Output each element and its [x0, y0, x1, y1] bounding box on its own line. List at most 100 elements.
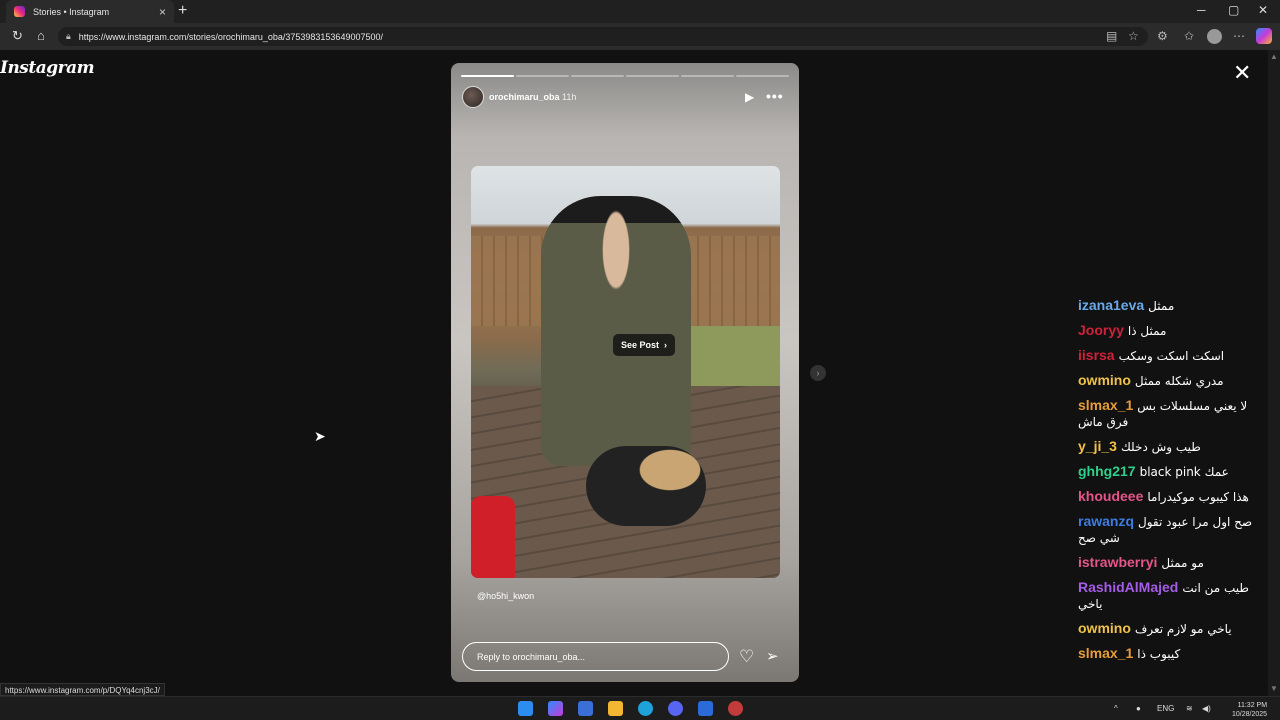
- windows-start-icon[interactable]: [518, 701, 533, 716]
- tab-title: Stories • Instagram: [33, 6, 110, 17]
- chat-text: كيبوب ذا: [1137, 647, 1181, 661]
- progress-segment: [736, 75, 789, 77]
- chat-text: هذا كيبوب موكيدراما: [1147, 490, 1249, 504]
- see-post-label: See Post: [620, 340, 660, 350]
- progress-segment: [681, 75, 734, 77]
- mention-sticker[interactable]: @ho5hi_kwon: [477, 591, 534, 601]
- chat-username: izana1eva: [1078, 297, 1145, 313]
- chat-username: RashidAlMajed: [1078, 579, 1179, 595]
- favorites-icon[interactable]: ✩: [1184, 29, 1194, 43]
- chat-username: ghhg217: [1078, 463, 1136, 479]
- file-explorer-icon[interactable]: [608, 701, 623, 716]
- profile-avatar-icon[interactable]: [1207, 29, 1222, 44]
- chat-username: iisrsa: [1078, 347, 1115, 363]
- like-heart-icon[interactable]: ♡: [739, 647, 754, 667]
- home-icon[interactable]: ⌂: [37, 28, 45, 43]
- page-scrollbar[interactable]: [1268, 50, 1280, 696]
- next-story-icon[interactable]: ›: [810, 365, 826, 381]
- edge-icon[interactable]: [638, 701, 653, 716]
- chat-message: istrawberryi مو ممثل: [1078, 555, 1266, 571]
- chat-username: owmino: [1078, 620, 1131, 636]
- extensions-icon[interactable]: ⚙: [1157, 29, 1168, 43]
- story-timestamp: 11h: [562, 92, 577, 102]
- reply-input[interactable]: Reply to orochimaru_oba...: [462, 642, 729, 671]
- image-red-jug: [471, 496, 515, 578]
- tab-close-icon[interactable]: ×: [159, 5, 166, 19]
- tray-chevron-icon[interactable]: ^: [1114, 704, 1118, 713]
- image-dog: [586, 446, 706, 526]
- story-post-image[interactable]: See Post ›: [471, 166, 780, 578]
- microphone-icon[interactable]: ●: [1136, 704, 1141, 713]
- window-close-button[interactable]: ✕: [1258, 3, 1268, 17]
- chat-message: owmino ياخي مو لازم تعرف: [1078, 621, 1266, 637]
- progress-segment: [571, 75, 624, 77]
- chat-message: owmino مدري شكله ممثل: [1078, 373, 1266, 389]
- play-icon[interactable]: ▶: [745, 90, 754, 104]
- chevron-right-icon: ›: [664, 340, 668, 350]
- instagram-logo[interactable]: Instagram: [0, 58, 95, 78]
- clock-time: 11:32 PM: [1237, 702, 1268, 709]
- reader-mode-icon[interactable]: ▤: [1106, 29, 1117, 43]
- windows-taskbar: ^ ● ENG ≋ ◀) 11:32 PM 10/28/2025: [0, 696, 1280, 720]
- see-post-button[interactable]: See Post ›: [613, 334, 675, 356]
- progress-segment: [461, 75, 514, 77]
- chat-message: iisrsa اسكت اسكت وسكب: [1078, 348, 1266, 364]
- story-username[interactable]: orochimaru_oba: [489, 92, 560, 102]
- language-indicator[interactable]: ENG: [1157, 704, 1174, 713]
- mouse-cursor-icon: ➤: [314, 428, 326, 444]
- wifi-icon[interactable]: ≋: [1186, 704, 1193, 713]
- chat-username: slmax_1: [1078, 397, 1134, 413]
- chat-text: مدري شكله ممثل: [1134, 374, 1224, 388]
- favorite-star-icon[interactable]: ☆: [1128, 29, 1139, 43]
- chat-username: khoudeee: [1078, 488, 1144, 504]
- chat-text: black pink عمك: [1139, 465, 1229, 479]
- vscode-icon[interactable]: [698, 701, 713, 716]
- send-icon[interactable]: ➢: [766, 647, 779, 665]
- story-user-avatar[interactable]: [462, 86, 484, 108]
- chat-message: RashidAlMajed طيب من انت ياخي: [1078, 580, 1266, 612]
- lock-icon[interactable]: 🔒︎: [66, 31, 71, 42]
- progress-segment: [626, 75, 679, 77]
- image-soldier: [541, 196, 691, 466]
- url-text: https://www.instagram.com/stories/orochi…: [78, 31, 383, 42]
- story-progress-bar: [461, 75, 789, 77]
- new-tab-button[interactable]: +: [178, 2, 187, 20]
- volume-icon[interactable]: ◀): [1202, 704, 1211, 713]
- tab-instagram-stories[interactable]: Stories • Instagram ×: [6, 0, 174, 23]
- chat-username: slmax_1: [1078, 645, 1134, 661]
- chat-username: Jooryy: [1078, 322, 1124, 338]
- chat-text: مو ممثل: [1161, 556, 1204, 570]
- refresh-icon[interactable]: ↻: [12, 28, 23, 44]
- chat-username: rawanzq: [1078, 513, 1135, 529]
- chat-text: اسكت اسكت وسكب: [1118, 349, 1225, 363]
- chat-text: طيب وش دخلك: [1120, 440, 1201, 454]
- system-clock[interactable]: 11:32 PM 10/28/2025: [1232, 701, 1267, 719]
- scroll-down-icon[interactable]: ▼: [1270, 684, 1278, 693]
- stream-chat-overlay: izana1eva ممثل Jooryy ممثل ذا iisrsa اسكت اسك…: [1078, 298, 1266, 671]
- story-viewer[interactable]: orochimaru_oba 11h ▶ ••• See Post › @ho5…: [451, 63, 799, 682]
- chat-text: ممثل ذا: [1127, 324, 1167, 338]
- scroll-up-icon[interactable]: ▲: [1270, 52, 1278, 61]
- chat-username: y_ji_3: [1078, 438, 1117, 454]
- chat-message: Jooryy ممثل ذا: [1078, 323, 1266, 339]
- more-options-icon[interactable]: •••: [766, 88, 784, 104]
- more-menu-icon[interactable]: ⋯: [1233, 29, 1245, 43]
- close-story-icon[interactable]: ✕: [1233, 60, 1251, 86]
- minimize-button[interactable]: ─: [1197, 3, 1206, 17]
- store-icon[interactable]: [578, 701, 593, 716]
- chat-text: ممثل: [1148, 299, 1175, 313]
- maximize-button[interactable]: ▢: [1228, 3, 1239, 17]
- discord-icon[interactable]: [668, 701, 683, 716]
- app-icon[interactable]: [728, 701, 743, 716]
- copilot-icon[interactable]: [1256, 28, 1272, 44]
- chat-message: slmax_1 كيبوب ذا: [1078, 646, 1266, 662]
- chat-message: slmax_1 لا يعني مسلسلات بس فرق ماش: [1078, 398, 1266, 430]
- address-bar[interactable]: 🔒︎ https://www.instagram.com/stories/oro…: [58, 27, 1148, 46]
- browser-tab-strip: Stories • Instagram × + ─ ▢ ✕: [0, 0, 1280, 23]
- address-toolbar: ↻ ⌂ 🔒︎ https://www.instagram.com/stories…: [0, 23, 1280, 50]
- copilot-taskbar-icon[interactable]: [548, 701, 563, 716]
- chat-message: ghhg217 black pink عمك: [1078, 464, 1266, 480]
- chat-message: khoudeee هذا كيبوب موكيدراما: [1078, 489, 1266, 505]
- chat-username: istrawberryi: [1078, 554, 1158, 570]
- chat-message: rawanzq صح اول مرا عبود تقول شي صح: [1078, 514, 1266, 546]
